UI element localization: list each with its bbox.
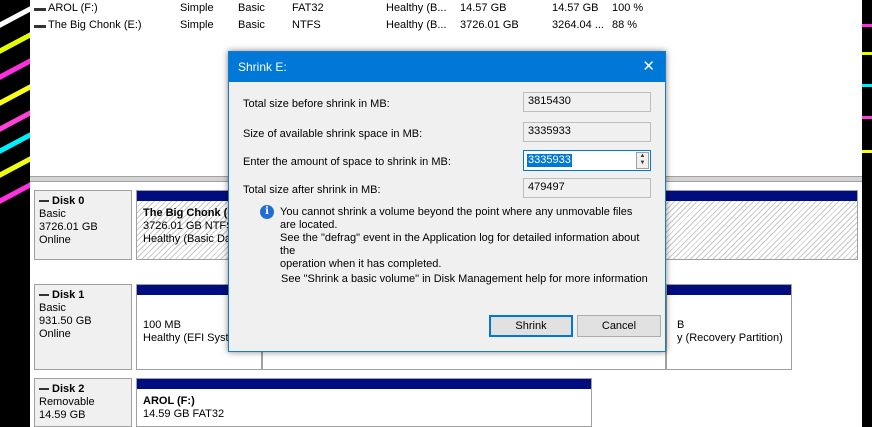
decorative-streak [862, 116, 872, 119]
disk-name: Disk 1 [52, 289, 85, 301]
total-after-value: 479497 [523, 178, 651, 198]
decorative-streak [862, 24, 872, 27]
volume-row[interactable]: AROL (F:) Simple Basic FAT32 Healthy (B.… [30, 2, 862, 18]
disk-name: Disk 0 [52, 195, 85, 207]
partition-name: AROL (F:) [143, 395, 195, 407]
decorative-streak [0, 153, 30, 180]
partition-size: 100 MB [143, 319, 181, 331]
partition-status: Healthy (Basic Da [143, 233, 232, 245]
volume-layout: Simple [180, 19, 214, 31]
volume-capacity: 14.57 GB [460, 2, 507, 14]
decorative-streak [0, 29, 30, 56]
volume-layout: Simple [180, 2, 214, 14]
decorative-streak [0, 3, 30, 30]
disk-kind: Basic [39, 302, 66, 314]
available-shrink-value: 3335933 [523, 122, 651, 142]
decorative-streak [862, 150, 872, 153]
info-message: You cannot shrink a volume beyond the po… [280, 206, 640, 270]
partition-size: B [677, 319, 685, 331]
disk-icon [39, 294, 49, 297]
partition-bar [667, 285, 791, 295]
spin-buttons: ▲ ▼ [636, 152, 649, 169]
disk-size: 14.59 GB [39, 409, 86, 421]
disk-state: Online [39, 328, 71, 340]
partition-block[interactable]: AROL (F:) 14.59 GB FAT32 [136, 378, 592, 427]
decorative-streak [0, 81, 30, 108]
total-before-label: Total size before shrink in MB: [243, 98, 390, 110]
help-link-text: See "Shrink a basic volume" in Disk Mana… [281, 273, 648, 285]
decorative-streak [862, 84, 872, 87]
disk-size: 931.50 GB [39, 315, 92, 327]
disk-label[interactable]: Disk 1 Basic 931.50 GB Online [34, 284, 132, 370]
shrink-dialog: Shrink E: ✕ Total size before shrink in … [228, 51, 666, 352]
partition-status: y (Recovery Partition) [677, 332, 783, 344]
disk-row: Disk 2 Removable 14.59 GB AROL (F:) 14.5… [34, 378, 858, 427]
close-icon[interactable]: ✕ [642, 57, 655, 75]
partition-status: Healthy (EFI Syste [143, 332, 235, 344]
disk-label[interactable]: Disk 0 Basic 3726.01 GB Online [34, 190, 132, 260]
partition-name: The Big Chonk ( [143, 207, 228, 219]
left-decorative-strip [0, 0, 30, 427]
partition-bar [137, 379, 591, 389]
volume-name: The Big Chonk (E:) [48, 19, 142, 31]
available-shrink-label: Size of available shrink space in MB: [243, 128, 423, 140]
volume-name: AROL (F:) [48, 2, 98, 14]
right-decorative-strip [862, 0, 872, 427]
decorative-streak [0, 129, 30, 156]
volume-status: Healthy (B... [386, 19, 447, 31]
shrink-amount-stepper[interactable]: 3335933 ▲ ▼ [523, 150, 651, 171]
partition-block[interactable]: B y (Recovery Partition) [666, 284, 792, 370]
partition-size: 3726.01 GB NTFS [143, 220, 234, 232]
volume-indicator-icon [34, 25, 46, 28]
dialog-title: Shrink E: [238, 60, 287, 74]
volume-pct: 100 % [612, 2, 644, 14]
volume-row[interactable]: The Big Chonk (E:) Simple Basic NTFS Hea… [30, 19, 862, 35]
disk-kind: Basic [39, 208, 66, 220]
dialog-title-bar[interactable]: Shrink E: ✕ [229, 52, 665, 82]
volume-status: Healthy (B... [386, 2, 447, 14]
partition-size: 14.59 GB FAT32 [143, 408, 225, 420]
decorative-streak [0, 107, 30, 134]
disk-state: Online [39, 234, 71, 246]
spin-down-icon[interactable]: ▼ [637, 160, 648, 167]
shrink-amount-input[interactable]: 3335933 [527, 154, 572, 167]
volume-fs: FAT32 [292, 2, 324, 14]
spin-up-icon[interactable]: ▲ [637, 153, 648, 160]
shrink-amount-label: Enter the amount of space to shrink in M… [243, 156, 451, 168]
decorative-streak [0, 179, 30, 206]
disk-size: 3726.01 GB [39, 221, 98, 233]
volume-pct: 88 % [612, 19, 638, 31]
disk-icon [39, 388, 49, 391]
disk-icon [39, 200, 49, 203]
volume-capacity: 3726.01 GB [460, 19, 519, 31]
cancel-button[interactable]: Cancel [577, 315, 661, 337]
volume-type: Basic [238, 19, 265, 31]
info-icon: i [260, 205, 274, 219]
shrink-button[interactable]: Shrink [489, 315, 573, 337]
total-after-label: Total size after shrink in MB: [243, 184, 381, 196]
decorative-streak [0, 55, 30, 82]
volume-indicator-icon [34, 8, 46, 11]
disk-label[interactable]: Disk 2 Removable 14.59 GB [34, 378, 132, 427]
disk-name: Disk 2 [52, 383, 85, 395]
decorative-streak [862, 52, 872, 55]
volume-fs: NTFS [292, 19, 321, 31]
total-before-value: 3815430 [523, 92, 651, 112]
disk-kind: Removable [39, 396, 95, 408]
volume-type: Basic [238, 2, 265, 14]
volume-free: 3264.04 ... [552, 19, 604, 31]
volume-free: 14.57 GB [552, 2, 599, 14]
